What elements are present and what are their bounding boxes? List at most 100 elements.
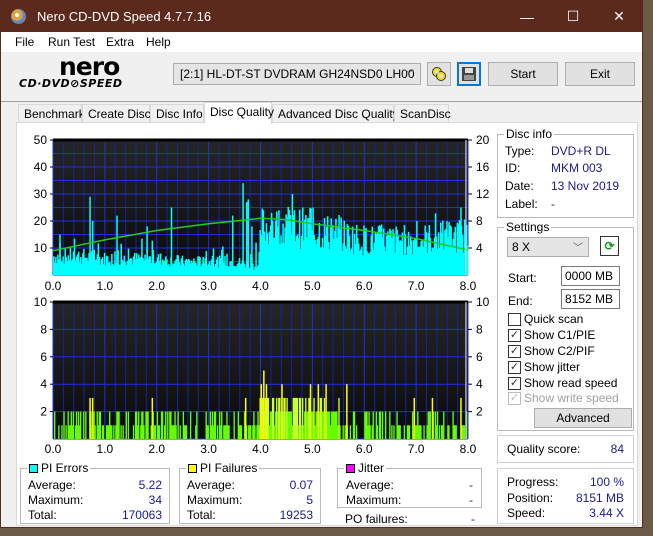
pi-errors-title: PI Errors — [41, 461, 89, 475]
pi-failures-total-label: Total: — [187, 508, 216, 522]
pi-failures-bar — [85, 411, 87, 439]
pi-errors-peak-bar — [91, 221, 94, 275]
menu-run-test[interactable]: Run Test — [48, 35, 95, 49]
pi-failures-peak-bar — [346, 384, 348, 439]
start-button[interactable]: Start — [488, 62, 558, 86]
pi-failures-bar — [79, 411, 82, 439]
pi-failures-bar — [221, 411, 223, 439]
tab-disc-info[interactable]: Disc Info — [150, 104, 204, 123]
drive-settings-button[interactable] — [427, 62, 451, 86]
disc-label-label: Label: — [505, 197, 538, 211]
drive-select-value: [2:1] HL-DT-ST DVDRAM GH24NSD0 LH00 — [180, 67, 415, 81]
pi-failures-bar — [185, 425, 188, 439]
pi-failures-peak-bar — [309, 384, 312, 439]
pi-failures-bar — [399, 425, 401, 439]
pi-errors-peak-bar — [247, 199, 250, 275]
pi-failures-bar — [125, 411, 127, 439]
app-disc-icon — [11, 9, 26, 24]
pi-errors-peak-bar — [416, 221, 418, 275]
pi-failures-bar — [250, 425, 252, 439]
pi-failures-bar — [161, 411, 164, 439]
y-tick-label: 10 — [34, 295, 48, 309]
drive-select[interactable]: [2:1] HL-DT-ST DVDRAM GH24NSD0 LH00 ﹀ — [173, 63, 421, 85]
maximize-button[interactable]: ☐ — [550, 1, 596, 32]
show-c1-pie-checkbox[interactable]: ✓ Show C1/PIE — [508, 328, 595, 342]
pi-errors-peak-bar — [270, 212, 273, 275]
pi-failures-bar — [99, 411, 102, 439]
speed-value: 3.44 X — [589, 506, 624, 520]
tab-benchmark[interactable]: Benchmark — [18, 104, 85, 123]
pi-failures-bar — [118, 411, 120, 439]
pi-errors-legend: PI Errors — [27, 461, 91, 475]
pi-failures-bar — [389, 411, 391, 439]
pi-failures-bar — [393, 425, 395, 439]
y-tick-label: 10 — [34, 241, 48, 255]
pi-failures-bar — [408, 425, 411, 439]
pi-failures-bar — [240, 425, 243, 439]
pi-failures-bar — [372, 411, 374, 439]
advanced-button[interactable]: Advanced — [534, 408, 632, 428]
minimize-button[interactable]: — — [504, 1, 550, 32]
x-tick-label: 5.0 — [304, 442, 321, 456]
start-input[interactable]: 0000 MB — [561, 266, 620, 286]
pi-failures-bar — [355, 425, 358, 439]
y2-tick-label: 2 — [476, 405, 483, 419]
pi-errors-maximum-label: Maximum: — [28, 493, 84, 507]
y-tick-label: 2 — [40, 405, 47, 419]
pi-failures-bar — [83, 411, 85, 439]
settings-title: Settings — [504, 220, 552, 234]
chevron-down-icon: ﹀ — [573, 243, 583, 254]
show-jitter-checkbox[interactable]: ✓ Show jitter — [508, 360, 580, 374]
y-tick-label: 4 — [40, 377, 47, 391]
end-input[interactable]: 8152 MB — [561, 289, 620, 309]
show-read-speed-checkbox[interactable]: ✓ Show read speed — [508, 376, 617, 390]
pi-failures-bar — [429, 411, 431, 439]
quality-score-label: Quality score: — [507, 442, 581, 456]
settings-group: Settings 8 X ﹀ ⟳ Start: 0000 MB End: 815… — [497, 220, 634, 431]
menu-bar: File Run Test Extra Help — [1, 32, 642, 52]
pi-failures-peak-bar — [260, 384, 262, 439]
pi-failures-bar — [463, 425, 466, 439]
pi-failures-bar — [54, 411, 56, 439]
pi-failures-bar — [420, 425, 422, 439]
exit-button[interactable]: Exit — [565, 62, 635, 86]
tab-scandisc[interactable]: ScanDisc — [394, 104, 451, 123]
pi-failures-bar — [391, 425, 393, 439]
refresh-speed-button[interactable]: ⟳ — [600, 236, 619, 256]
menu-help[interactable]: Help — [146, 35, 171, 49]
pi-failures-bar — [423, 425, 425, 439]
tab-advanced-disc-quality[interactable]: Advanced Disc Quality — [272, 104, 399, 123]
pi-failures-bar — [179, 425, 181, 439]
pi-failures-bar — [376, 425, 379, 439]
speed-select[interactable]: 8 X ﹀ — [507, 237, 589, 257]
disc-id-label: ID: — [505, 161, 521, 175]
pi-failures-bar — [63, 411, 65, 439]
pi-failures-peak-bar — [151, 397, 154, 439]
pi-failures-bar — [207, 425, 209, 439]
pi-failures-bar — [339, 425, 341, 439]
menu-extra[interactable]: Extra — [106, 35, 134, 49]
x-tick-label: 6.0 — [356, 442, 373, 456]
show-c2-pif-checkbox[interactable]: ✓ Show C2/PIF — [508, 344, 595, 358]
pi-failures-peak-bar — [413, 397, 416, 439]
pi-failures-bar — [353, 411, 356, 439]
pi-failures-title: PI Failures — [200, 461, 258, 475]
tab-create-disc[interactable]: Create Disc — [82, 104, 151, 123]
start-label: Start: — [508, 271, 537, 285]
checkbox-label: Show C2/PIF — [524, 344, 595, 358]
pi-failures-peak-bar — [317, 384, 320, 439]
pi-failures-bar — [455, 425, 457, 439]
tab-disc-quality[interactable]: Disc Quality — [204, 102, 274, 124]
menu-file[interactable]: File — [15, 35, 34, 49]
pi-failures-peak-bar — [460, 397, 462, 439]
save-button[interactable] — [457, 62, 481, 86]
show-write-speed-checkbox: ✓ Show write speed — [508, 391, 619, 405]
pi-failures-bar — [175, 425, 177, 439]
quick-scan-checkbox[interactable]: Quick scan — [508, 312, 583, 326]
pi-failures-bar — [403, 425, 406, 439]
pi-errors-total-value: 170063 — [121, 508, 162, 522]
close-button[interactable]: ✕ — [596, 1, 642, 32]
y-tick-label: 20 — [34, 214, 48, 228]
progress-label: Progress: — [507, 475, 559, 489]
pi-failures-bar — [342, 425, 344, 439]
